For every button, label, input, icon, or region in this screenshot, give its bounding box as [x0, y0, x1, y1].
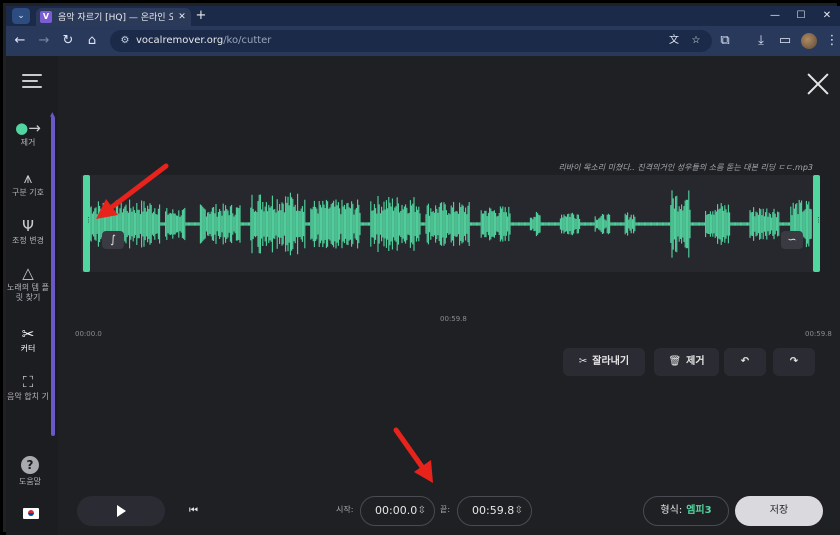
bottom-controls: ⏮ 시작: 00:00.0 ⇳ 끝: 00:59.8 ⇳ 형식: 엠피3 저장	[3, 486, 837, 535]
fade-in-icon[interactable]: ∫	[102, 231, 124, 249]
play-button[interactable]	[77, 496, 165, 526]
sidebar-item-pitch[interactable]: Ψ 조정 변경	[6, 216, 50, 246]
sidebar: ●→ 제거 ⩚ 구분 기호 Ψ 조정 변경 △ 노래의 템 플릿 찾기 ✂ 커터…	[6, 56, 58, 535]
undo-button[interactable]: ↶	[724, 348, 766, 376]
format-selector[interactable]: 형식: 엠피3	[643, 496, 729, 526]
browser-menu-icon[interactable]: ⋮	[823, 32, 840, 50]
tab-active[interactable]: V 음악 자르기 [HQ] — 온라인 오 ✕	[36, 8, 191, 26]
skip-to-start-icon[interactable]: ⏮	[189, 502, 201, 520]
extensions-icon[interactable]: ⧉	[716, 32, 734, 50]
site-info-icon[interactable]: ⚙	[118, 33, 132, 49]
undo-icon: ↶	[740, 356, 750, 367]
download-icon[interactable]: ⤓	[752, 32, 770, 50]
address-bar[interactable]: ⚙ vocalremover.org/ko/cutter 文 ☆	[110, 30, 712, 52]
close-icon[interactable]	[806, 72, 830, 96]
sidebar-item-cutter[interactable]: ✂ 커터	[6, 324, 50, 354]
scissors-icon: ✂	[578, 356, 588, 367]
range-end-time: 00:59.8	[805, 330, 832, 338]
reload-icon[interactable]: ↻	[59, 32, 77, 50]
minimize-icon[interactable]: —	[766, 8, 784, 24]
scissors-icon: ✂	[21, 325, 35, 343]
translate-icon[interactable]: 文	[666, 33, 682, 49]
forward-icon[interactable]: →	[35, 32, 53, 50]
sidebar-item-splitter[interactable]: ⩚ 구분 기호	[6, 168, 50, 198]
fade-out-icon[interactable]: ∽	[781, 231, 803, 249]
cutter-app: ●→ 제거 ⩚ 구분 기호 Ψ 조정 변경 △ 노래의 템 플릿 찾기 ✂ 커터…	[6, 56, 840, 535]
tuning-fork-icon: Ψ	[22, 217, 34, 235]
tab-bar: ⌄ V 음악 자르기 [HQ] — 온라인 오 ✕ + — ☐ ✕	[6, 6, 840, 26]
waveform	[90, 190, 812, 258]
start-trim-handle[interactable]: ⋮	[83, 175, 92, 272]
save-button[interactable]: 저장	[735, 496, 823, 526]
tab-close-icon[interactable]: ✕	[176, 10, 188, 24]
dots-arrow-icon: ●→	[15, 119, 41, 137]
side-panel-icon[interactable]: ▭	[776, 32, 794, 50]
end-label: 끝:	[440, 505, 451, 514]
end-trim-handle[interactable]: ⋮	[813, 175, 822, 272]
range-start-time: 00:00.0	[75, 330, 102, 338]
metronome-icon: △	[22, 264, 34, 282]
file-name: 리바이 목소리 미쳤다.. 진격의거인 성우들의 소름 돋는 대본 리딩 ㄷㄷ.…	[558, 163, 813, 172]
sidebar-item-joiner[interactable]: ⛶ 음악 합치 기	[6, 372, 50, 402]
home-icon[interactable]: ⌂	[83, 32, 101, 50]
url-text[interactable]: vocalremover.org/ko/cutter	[136, 33, 271, 49]
hamburger-menu-icon[interactable]	[22, 74, 42, 88]
window-close-icon[interactable]: ✕	[818, 8, 836, 24]
back-icon[interactable]: ←	[11, 32, 29, 50]
redo-button[interactable]: ↷	[773, 348, 815, 376]
sidebar-item-remover[interactable]: ●→ 제거	[6, 118, 50, 148]
browser-toolbar: ← → ↻ ⌂ ⚙ vocalremover.org/ko/cutter 文 ☆…	[6, 26, 840, 56]
profile-avatar[interactable]	[801, 33, 817, 49]
spinner-icon[interactable]: ⇳	[418, 497, 426, 525]
end-time-input[interactable]: 00:59.8 ⇳	[457, 496, 532, 526]
tab-title: 음악 자르기 [HQ] — 온라인 오	[58, 13, 173, 23]
tab-search-icon[interactable]: ⌄	[12, 8, 30, 24]
start-label: 시작:	[336, 505, 354, 514]
sidebar-item-tempo[interactable]: △ 노래의 템 플릿 찾기	[6, 263, 50, 303]
splitter-icon: ⩚	[23, 169, 33, 187]
help-icon[interactable]: ?	[21, 456, 39, 474]
bookmark-star-icon[interactable]: ☆	[688, 33, 704, 49]
cut-button[interactable]: ✂ 잘라내기	[563, 348, 645, 376]
start-time-input[interactable]: 00:00.0 ⇳	[360, 496, 435, 526]
site-favicon-icon: V	[40, 11, 52, 23]
browser-window: ⌄ V 음악 자르기 [HQ] — 온라인 오 ✕ + — ☐ ✕ ← → ↻ …	[0, 0, 840, 535]
remove-button[interactable]: 🗑 제거	[654, 348, 719, 376]
spinner-icon[interactable]: ⇳	[515, 497, 523, 525]
trash-icon: 🗑	[668, 356, 682, 367]
maximize-icon[interactable]: ☐	[792, 8, 810, 24]
new-tab-icon[interactable]: +	[194, 8, 208, 24]
sidebar-scrollbar[interactable]	[51, 116, 55, 436]
joiner-icon: ⛶	[22, 373, 34, 391]
playhead-time: 00:59.8	[440, 315, 467, 323]
redo-icon: ↷	[789, 356, 799, 367]
